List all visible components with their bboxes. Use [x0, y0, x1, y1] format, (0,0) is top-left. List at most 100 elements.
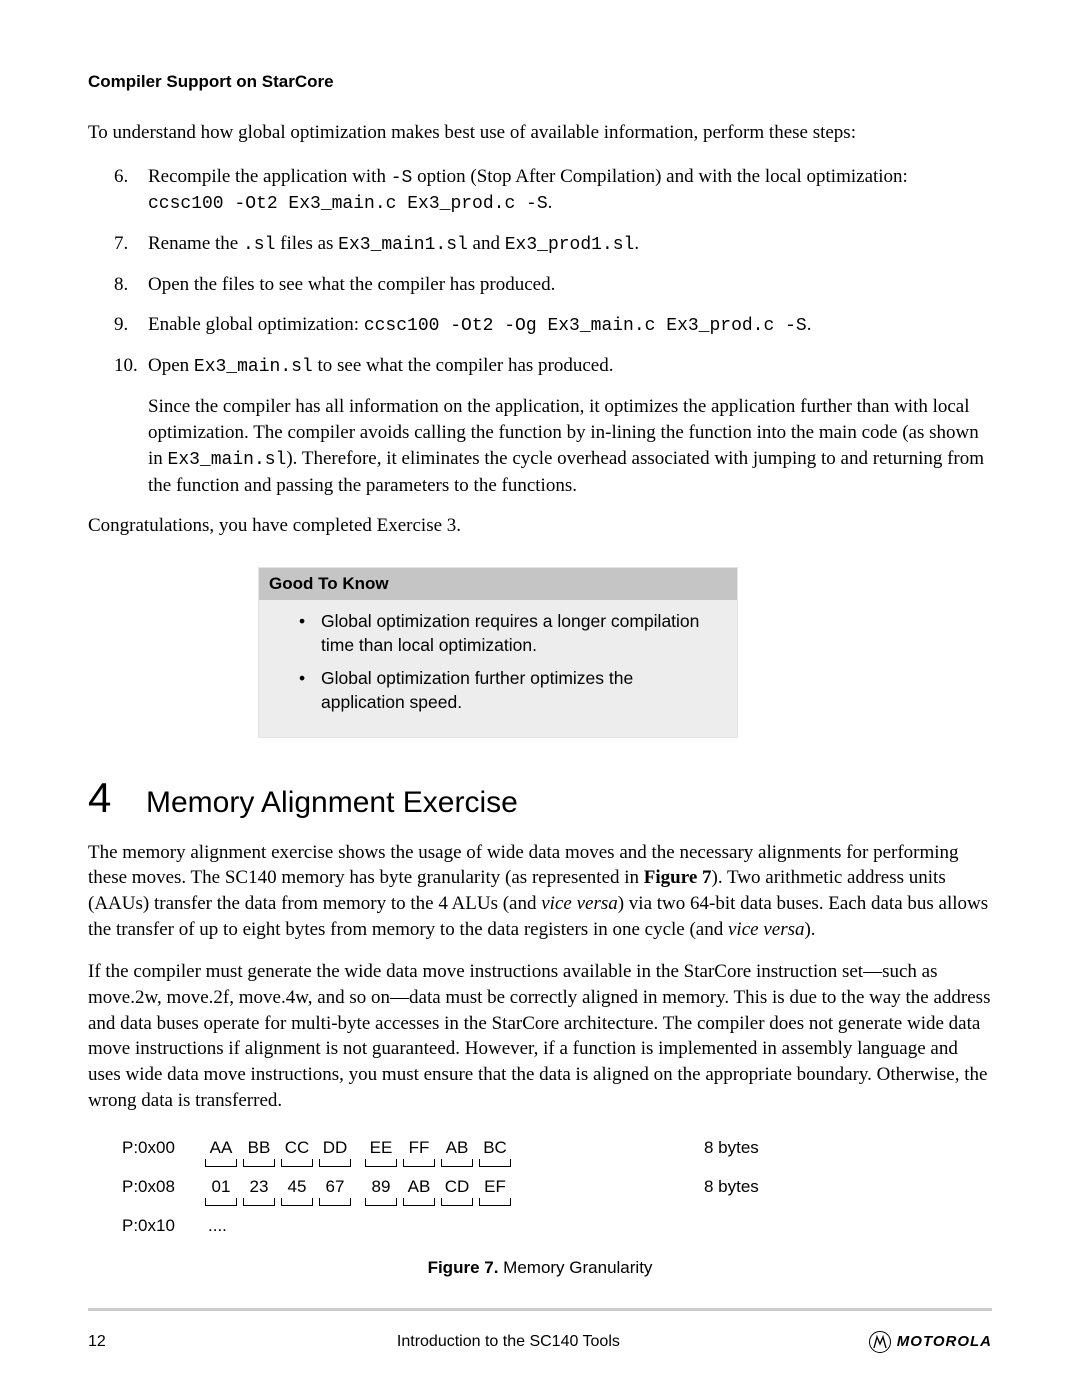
memory-row: P:0x08 01 23 45 67 89 AB CD EF 8 bytes: [122, 1177, 992, 1206]
byte-box-icon: [319, 1159, 351, 1167]
byte-box-icon: [243, 1198, 275, 1206]
bullet-icon: •: [299, 610, 321, 657]
section-number: 4: [88, 774, 146, 822]
byte-value: 89: [362, 1177, 400, 1197]
text: .: [634, 233, 639, 254]
text: Recompile the application with: [148, 166, 391, 187]
paragraph: The memory alignment exercise shows the …: [88, 840, 992, 943]
page-header: Compiler Support on StarCore: [88, 72, 992, 92]
text: Open: [148, 355, 194, 376]
page-footer: 12 Introduction to the SC140 Tools MOTOR…: [88, 1331, 992, 1353]
text: .: [548, 192, 553, 213]
text: option (Stop After Compilation) and with…: [412, 166, 908, 187]
page-number: 12: [88, 1333, 148, 1351]
text: .: [807, 314, 812, 335]
byte-box-icon: [243, 1159, 275, 1167]
text: files as: [275, 233, 338, 254]
byte-value: CC: [278, 1138, 316, 1158]
memory-address: P:0x00: [122, 1138, 202, 1158]
step-9: 9. Enable global optimization: ccsc100 -…: [114, 312, 992, 339]
byte-value: EE: [362, 1138, 400, 1158]
byte-value: AA: [202, 1138, 240, 1158]
figure-caption: Figure 7. Memory Granularity: [88, 1258, 992, 1278]
byte-box-icon: [441, 1198, 473, 1206]
memory-diagram: P:0x00 AA BB CC DD EE FF AB BC 8 bytes P…: [122, 1138, 992, 1236]
brand-name: MOTOROLA: [897, 1333, 992, 1350]
text: Enable global optimization:: [148, 314, 364, 335]
good-item-text: Global optimization further optimizes th…: [321, 667, 719, 714]
byte-box-icon: [281, 1159, 313, 1167]
byte-value: BC: [476, 1138, 514, 1158]
memory-row: P:0x00 AA BB CC DD EE FF AB BC 8 bytes: [122, 1138, 992, 1167]
section-heading: 4 Memory Alignment Exercise: [88, 774, 992, 822]
text: Rename the: [148, 233, 243, 254]
byte-value: 45: [278, 1177, 316, 1197]
code: ccsc100 -Ot2 -Og Ex3_main.c Ex3_prod.c -…: [364, 316, 807, 336]
byte-box-icon: [403, 1198, 435, 1206]
step-num: 9.: [114, 312, 148, 339]
ellipsis: ....: [208, 1216, 227, 1236]
code: ccsc100 -Ot2 Ex3_main.c Ex3_prod.c -S: [148, 194, 548, 214]
section-title: Memory Alignment Exercise: [146, 786, 518, 820]
congrats-text: Congratulations, you have completed Exer…: [88, 513, 992, 539]
figure-ref: Figure 7: [644, 867, 712, 888]
byte-box-icon: [479, 1159, 511, 1167]
byte-value: BB: [240, 1138, 278, 1158]
byte-value: 67: [316, 1177, 354, 1197]
row-size-label: 8 bytes: [704, 1138, 759, 1158]
byte-value: AB: [438, 1138, 476, 1158]
text: ).: [804, 919, 815, 940]
byte-box-icon: [281, 1198, 313, 1206]
footer-title: Introduction to the SC140 Tools: [148, 1333, 869, 1351]
step-8: 8. Open the files to see what the compil…: [114, 272, 992, 298]
byte-box-icon: [403, 1159, 435, 1167]
step-num: 7.: [114, 231, 148, 258]
row-size-label: 8 bytes: [704, 1177, 759, 1197]
byte-box-icon: [441, 1159, 473, 1167]
text: Open the files to see what the compiler …: [148, 272, 992, 298]
code: Ex3_main1.sl: [338, 235, 468, 255]
intro-text: To understand how global optimization ma…: [88, 120, 992, 146]
byte-value: EF: [476, 1177, 514, 1197]
good-item: • Global optimization further optimizes …: [299, 667, 719, 714]
figure-title: Memory Granularity: [498, 1258, 652, 1277]
text: to see what the compiler has produced.: [313, 355, 614, 376]
memory-address: P:0x08: [122, 1177, 202, 1197]
byte-value: FF: [400, 1138, 438, 1158]
good-to-know-title: Good To Know: [259, 568, 737, 600]
step-10: 10. Open Ex3_main.sl to see what the com…: [114, 353, 992, 380]
good-item-text: Global optimization requires a longer co…: [321, 610, 719, 657]
code: Ex3_prod1.sl: [505, 235, 635, 255]
paragraph: If the compiler must generate the wide d…: [88, 959, 992, 1114]
byte-value: CD: [438, 1177, 476, 1197]
code: Ex3_main.sl: [168, 450, 287, 470]
byte-box-icon: [365, 1198, 397, 1206]
memory-address: P:0x10: [122, 1216, 202, 1236]
step-num: 8.: [114, 272, 148, 298]
byte-box-icon: [319, 1198, 351, 1206]
good-to-know-box: Good To Know • Global optimization requi…: [258, 567, 738, 738]
byte-value: 23: [240, 1177, 278, 1197]
brand-logo: MOTOROLA: [869, 1331, 992, 1353]
step-num: 10.: [114, 353, 148, 380]
figure-label: Figure 7.: [428, 1258, 499, 1277]
byte-value: AB: [400, 1177, 438, 1197]
motorola-icon: [869, 1331, 891, 1353]
divider: [88, 1308, 992, 1311]
byte-value: DD: [316, 1138, 354, 1158]
step-6: 6. Recompile the application with -S opt…: [114, 164, 992, 218]
text: and: [468, 233, 505, 254]
good-item: • Global optimization requires a longer …: [299, 610, 719, 657]
step-num: 6.: [114, 164, 148, 218]
since-paragraph: Since the compiler has all information o…: [148, 394, 992, 499]
memory-row: P:0x10 ....: [122, 1216, 992, 1236]
step-7: 7. Rename the .sl files as Ex3_main1.sl …: [114, 231, 992, 258]
code: Ex3_main.sl: [194, 357, 313, 377]
bullet-icon: •: [299, 667, 321, 714]
italic-text: vice versa: [728, 919, 804, 940]
italic-text: vice versa: [541, 893, 617, 914]
byte-box-icon: [479, 1198, 511, 1206]
code: -S: [391, 168, 413, 188]
byte-box-icon: [365, 1159, 397, 1167]
byte-box-icon: [205, 1159, 237, 1167]
